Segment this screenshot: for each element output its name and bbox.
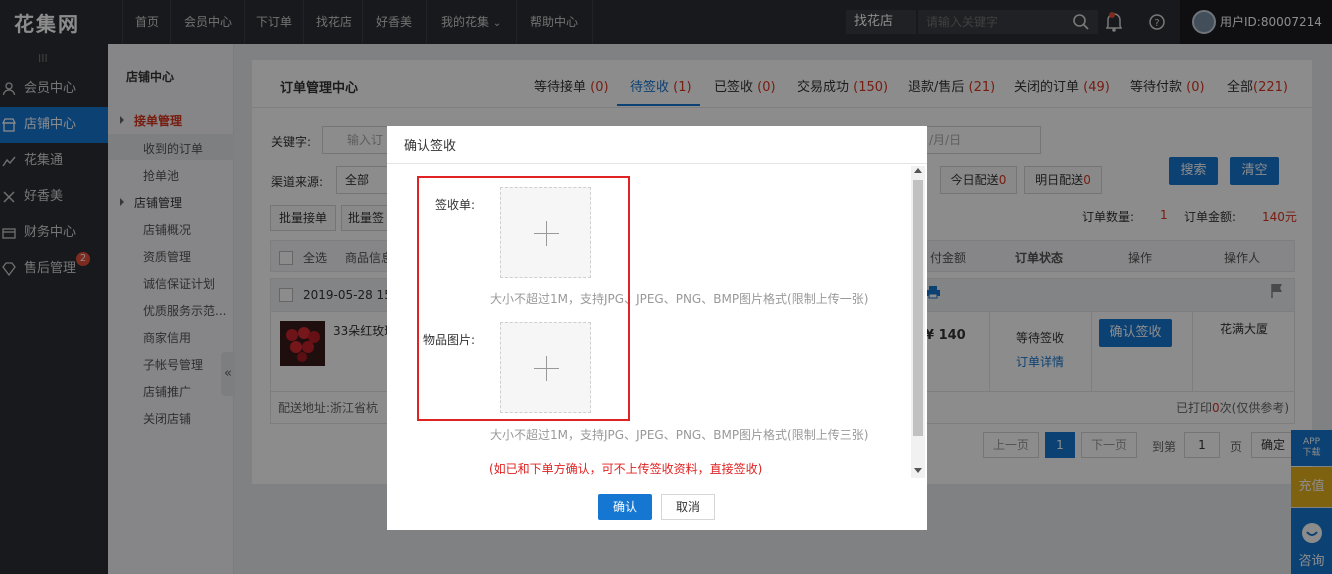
- dialog-title: 确认签收: [404, 139, 457, 154]
- goods-image-label: 物品图片:: [423, 333, 476, 347]
- scroll-down-arrow-icon[interactable]: [914, 468, 922, 473]
- receipt-upload-hint: 大小不超过1M，支持JPG、JPEG、PNG、BMP图片格式(限制上传一张): [490, 292, 869, 306]
- scroll-up-arrow-icon[interactable]: [914, 168, 922, 173]
- goods-image-upload[interactable]: [500, 322, 591, 413]
- plus-icon-vertical: [546, 221, 547, 246]
- plus-icon-vertical: [546, 356, 547, 381]
- dialog-divider: [387, 163, 927, 164]
- receipt-label: 签收单:: [435, 198, 476, 212]
- receipt-upload[interactable]: [500, 187, 591, 278]
- dialog-confirm-button[interactable]: 确认: [598, 494, 652, 520]
- goods-upload-hint: 大小不超过1M，支持JPG、JPEG、PNG、BMP图片格式(限制上传三张): [490, 428, 869, 442]
- scrollbar-thumb[interactable]: [913, 180, 923, 436]
- sign-warning-text: (如已和下单方确认，可不上传签收资料，直接签收): [489, 462, 763, 476]
- dialog-cancel-button[interactable]: 取消: [661, 494, 715, 520]
